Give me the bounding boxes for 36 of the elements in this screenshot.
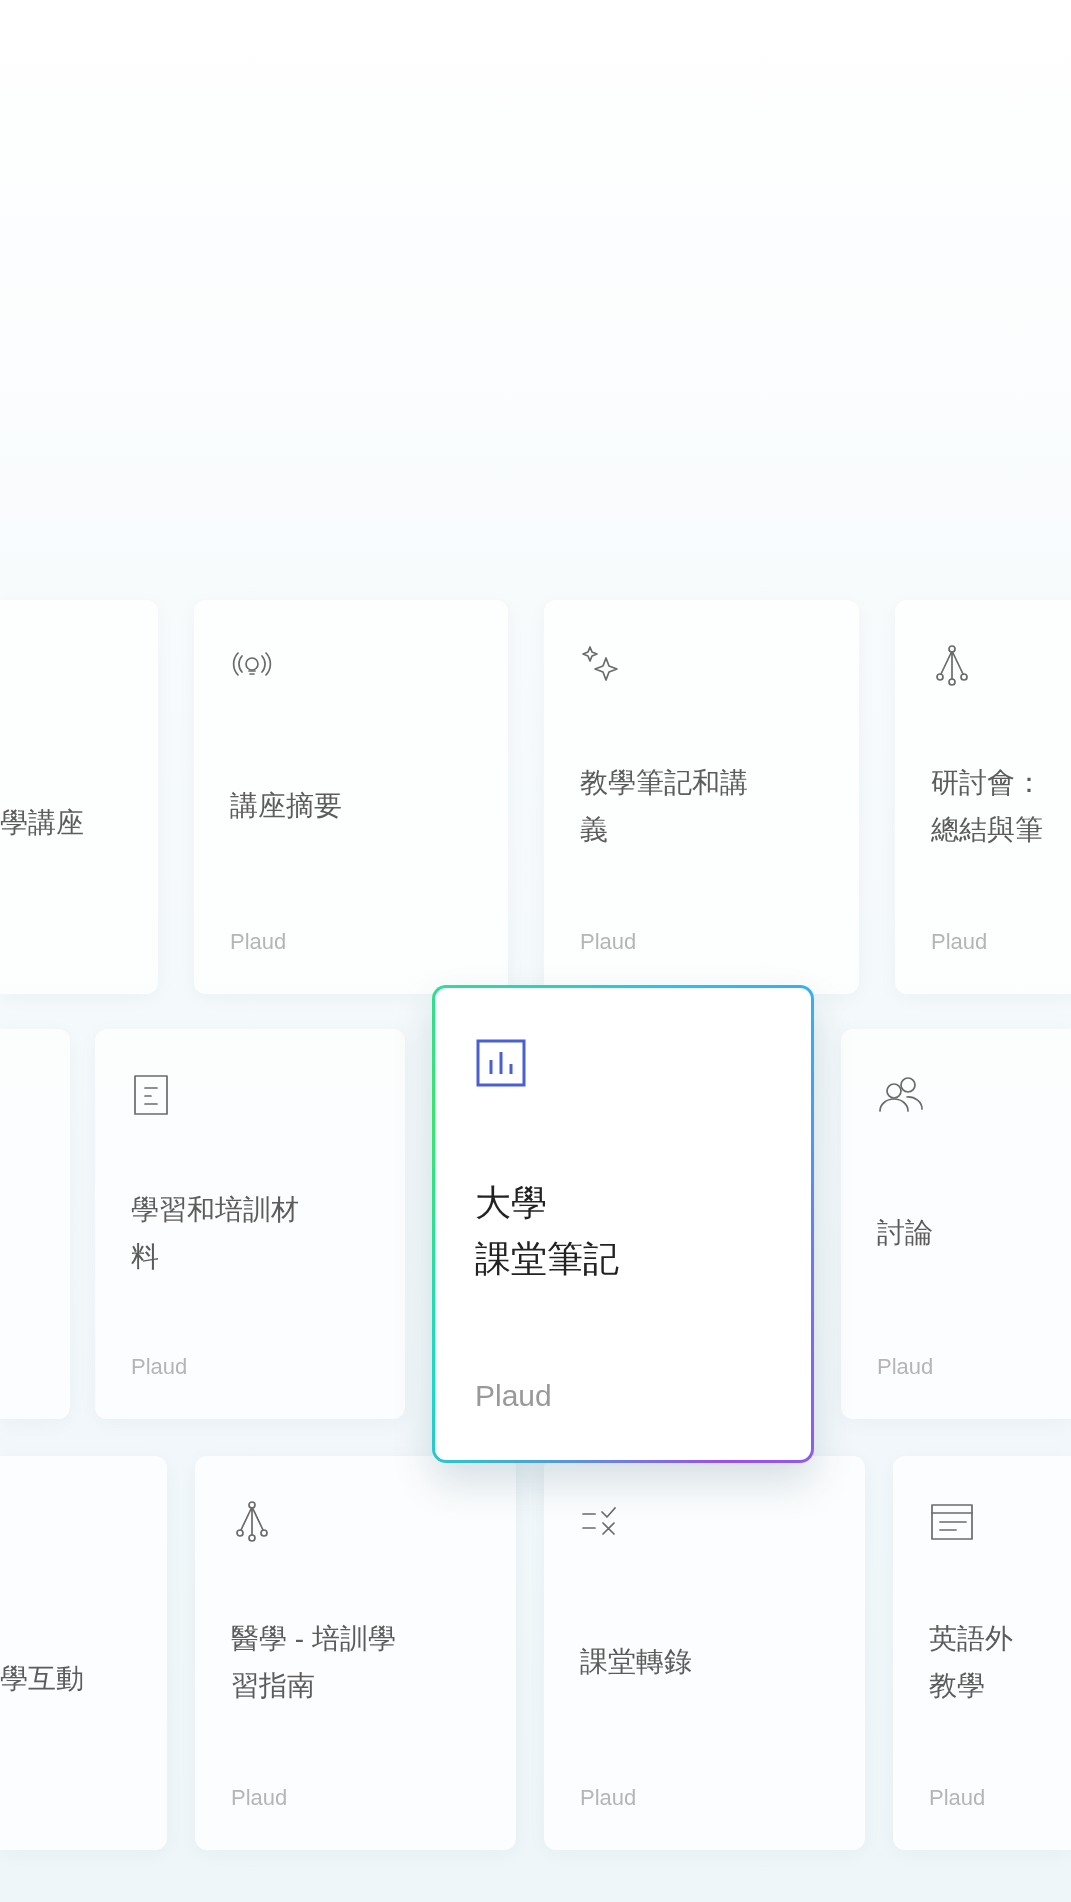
card-source: Plaud	[131, 1353, 189, 1381]
highlighted-card[interactable]: 大學 課堂筆記 Plaud	[432, 985, 814, 1463]
card-title: 課堂筆記	[475, 1236, 620, 1281]
card-title: 學講座	[0, 805, 85, 840]
template-card[interactable]: 學講座	[0, 600, 158, 994]
card-title: 醫學 - 培訓學 習指南	[231, 1622, 397, 1703]
template-card[interactable]: 課堂轉錄 Plaud	[544, 1456, 865, 1850]
card-source: Plaud	[231, 1784, 289, 1812]
card-title: 討論	[877, 1216, 934, 1251]
card-source: Plaud	[580, 928, 638, 956]
card-title: 教學筆記和講 義	[580, 766, 749, 847]
template-card[interactable]: 教學筆記和講 義 Plaud	[544, 600, 859, 994]
template-card[interactable]: 學互動	[0, 1456, 167, 1850]
card-title: 學互動	[0, 1661, 85, 1696]
card-source: Plaud	[580, 1784, 638, 1812]
list-document-icon	[929, 1502, 975, 1542]
card-title: 英語外 教學	[929, 1622, 1014, 1703]
template-card[interactable]: 英語外 教學 Plaud	[893, 1456, 1071, 1850]
document-icon	[131, 1073, 171, 1117]
card-title: 課堂轉錄	[580, 1645, 693, 1680]
card-title: 研討會： 總結與筆	[931, 766, 1043, 847]
card-title: 學習和培訓材 料	[131, 1193, 300, 1274]
people-icon	[877, 1075, 925, 1115]
card-source: Plaud	[475, 1378, 553, 1414]
card-source: Plaud	[929, 1784, 987, 1812]
card-source: Plaud	[877, 1353, 935, 1381]
template-card[interactable]: 醫學 - 培訓學 習指南 Plaud	[195, 1456, 516, 1850]
bar-chart-icon	[475, 1038, 527, 1088]
template-card[interactable]: 學習和培訓材 料 Plaud	[95, 1029, 405, 1419]
card-source: Plaud	[230, 928, 288, 956]
template-card[interactable]: 講座摘要 Plaud	[194, 600, 508, 994]
card-source: Plaud	[931, 928, 989, 956]
template-card[interactable]: 研討會： 總結與筆 Plaud	[895, 600, 1071, 994]
card-title: 講座摘要	[230, 789, 343, 824]
card-title: 大學	[475, 1180, 548, 1225]
template-card[interactable]: 討論 Plaud	[841, 1029, 1071, 1419]
